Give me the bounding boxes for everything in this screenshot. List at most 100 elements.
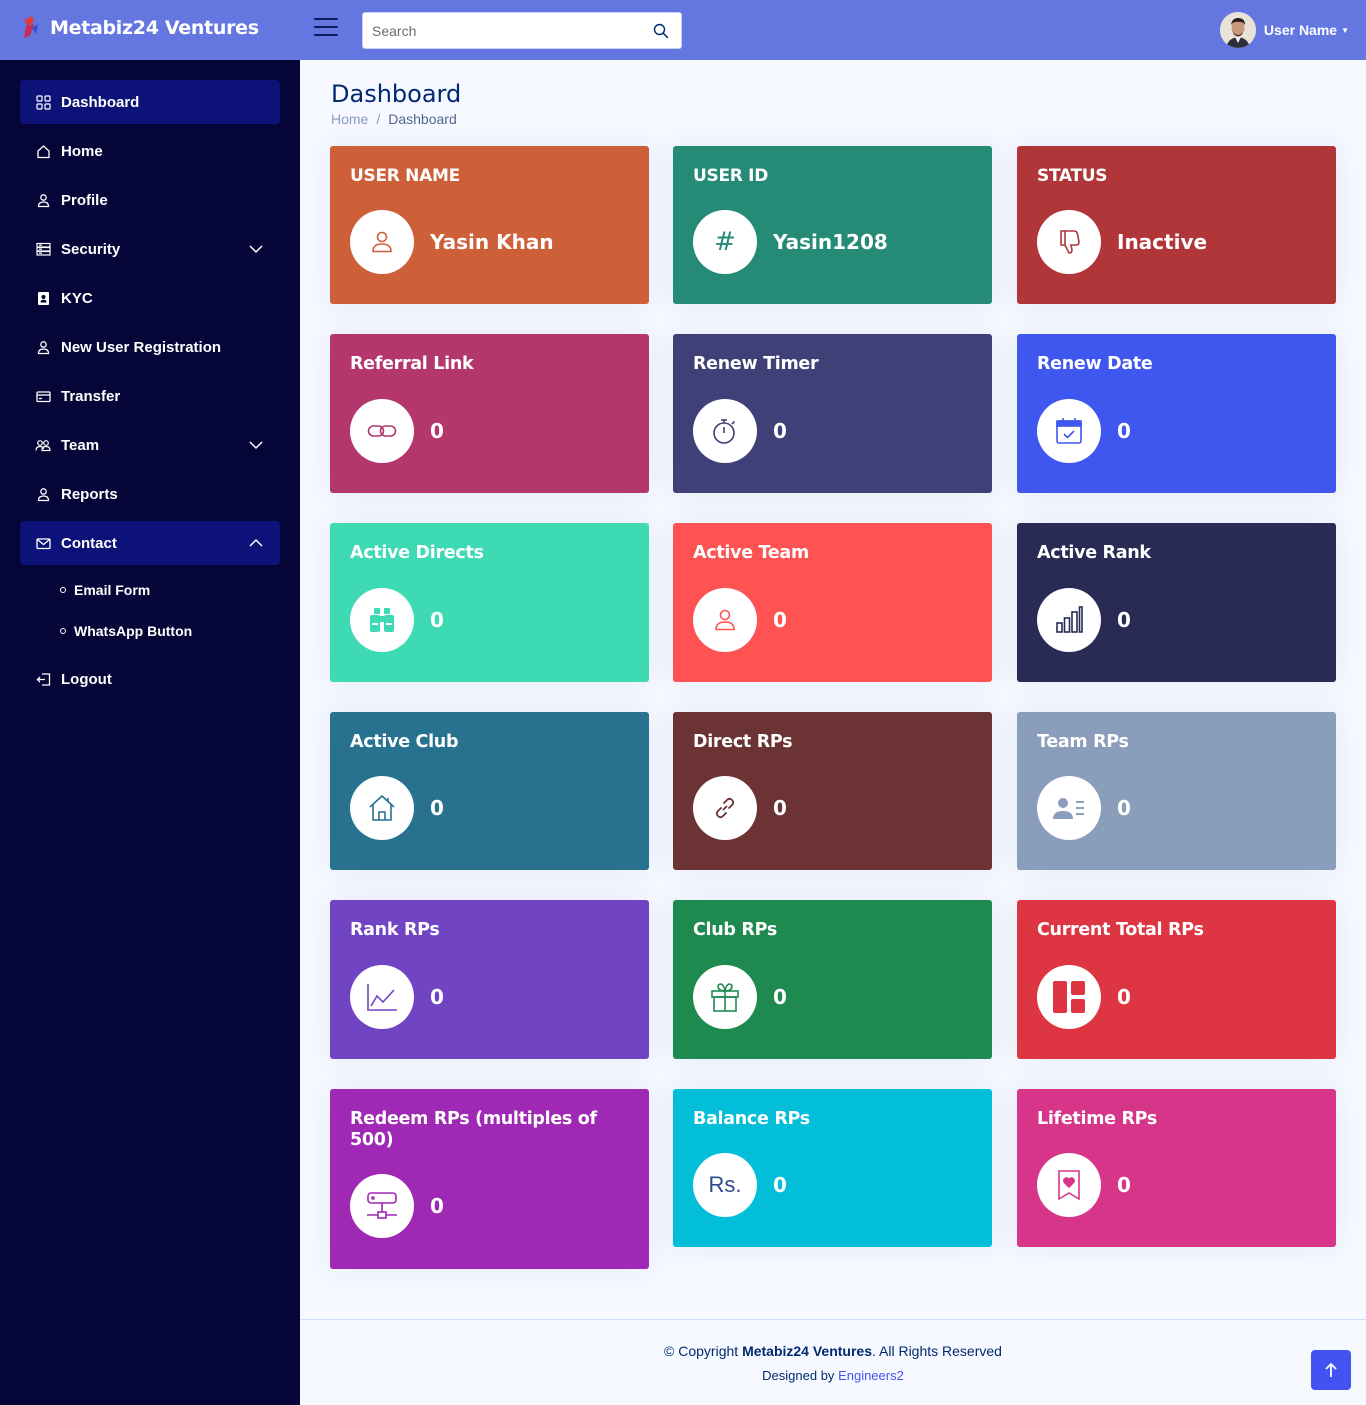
search-icon (653, 23, 669, 38)
sidebar-item-dashboard[interactable]: Dashboard (20, 80, 280, 124)
footer: © Copyright Metabiz24 Ventures. All Righ… (300, 1319, 1366, 1405)
card-value: 0 (773, 985, 787, 1009)
sidebar-item-transfer[interactable]: Transfer (20, 374, 280, 418)
person-icon (35, 192, 51, 208)
copyright: © Copyright Metabiz24 Ventures. All Righ… (300, 1343, 1366, 1359)
sidebar-item-label: KYC (61, 289, 93, 307)
card-team-rps: Team RPs 0 (1017, 712, 1336, 870)
person-lines-icon (1037, 776, 1101, 840)
breadcrumb-separator: / (376, 111, 381, 127)
server-icon (35, 241, 51, 257)
credit-card-icon (35, 388, 51, 404)
caret-down-icon: ▼ (1341, 25, 1349, 35)
sidebar-item-contact[interactable]: Contact (20, 521, 280, 565)
hash-icon: # (693, 210, 757, 274)
card-active-club: Active Club 0 (330, 712, 649, 870)
house-icon (35, 143, 51, 159)
sidebar-item-new-user-registration[interactable]: New User Registration (20, 325, 280, 369)
sidebar-item-label: Security (61, 240, 121, 258)
card-title: STATUS (1037, 166, 1108, 186)
sidebar-toggle-icon[interactable] (314, 18, 338, 40)
card-value: 0 (430, 796, 444, 820)
card-title: Renew Timer (693, 354, 819, 374)
search-button[interactable] (641, 13, 681, 48)
sidebar-item-security[interactable]: Security (20, 227, 280, 271)
sidebar-item-reports[interactable]: Reports (20, 472, 280, 516)
designed-by: Designed by Engineers2 (300, 1368, 1366, 1383)
bar-chart-icon (1037, 588, 1101, 652)
designer-link[interactable]: Engineers2 (838, 1368, 904, 1383)
chevron-down-icon (248, 437, 264, 453)
card-lifetime-rps: Lifetime RPs 0 (1017, 1089, 1336, 1247)
gift-icon (693, 965, 757, 1029)
person-icon (35, 339, 51, 355)
card-value: 0 (773, 608, 787, 632)
sidebar-item-logout[interactable]: Logout (20, 657, 280, 701)
card-status: STATUS Inactive (1017, 146, 1336, 304)
designed-by-label: Designed by (762, 1368, 835, 1383)
card-title: Active Rank (1037, 543, 1151, 563)
hdd-network-icon (350, 1174, 414, 1238)
card-value: 0 (430, 608, 444, 632)
house-icon (350, 776, 414, 840)
card-title: Direct RPs (693, 732, 793, 752)
card-value: 0 (773, 1173, 787, 1197)
sidebar-item-label: Team (61, 436, 100, 454)
brand-logo[interactable]: Metabiz24 Ventures (20, 14, 259, 42)
bookmark-heart-icon (1037, 1153, 1101, 1217)
sidebar-item-team[interactable]: Team (20, 423, 280, 467)
sidebar-item-kyc[interactable]: KYC (20, 276, 280, 320)
sidebar-item-label: Reports (61, 485, 118, 503)
card-value: 0 (1117, 608, 1131, 632)
grid-icon (35, 94, 51, 110)
top-header: Metabiz24 Ventures User Name ▼ (0, 0, 1366, 60)
sidebar-item-label: New User Registration (61, 338, 222, 356)
stopwatch-icon (693, 399, 757, 463)
company-name: Metabiz24 Ventures (742, 1343, 872, 1359)
sidebar-item-label: Transfer (61, 387, 121, 405)
back-to-top-button[interactable] (1311, 1350, 1351, 1390)
avatar (1219, 12, 1256, 48)
people-icon (35, 437, 51, 453)
card-title: Redeem RPs (multiples of 500) (350, 1109, 597, 1150)
sidebar-subitem-whatsapp-button[interactable]: WhatsApp Button (60, 616, 192, 646)
calendar-check-icon (1037, 399, 1101, 463)
breadcrumb-home-link[interactable]: Home (331, 111, 368, 127)
person-icon (35, 486, 51, 502)
logout-icon (35, 671, 51, 687)
card-user-id: USER ID # Yasin1208 (673, 146, 992, 304)
user-menu[interactable]: User Name ▼ (1219, 12, 1349, 48)
card-club-rps: Club RPs 0 (673, 900, 992, 1059)
card-title: USER ID (693, 166, 769, 186)
chevron-down-icon (248, 241, 264, 257)
link-icon (693, 776, 757, 840)
card-title: USER NAME (350, 166, 460, 186)
sidebar-item-home[interactable]: Home (20, 129, 280, 173)
sidebar-subitem-label: Email Form (74, 582, 151, 598)
thumbs-down-icon (1037, 210, 1101, 274)
card-title: Balance RPs (693, 1109, 810, 1129)
sidebar-subitem-email-form[interactable]: Email Form (60, 575, 150, 605)
card-title: Renew Date (1037, 354, 1153, 374)
card-redeem-rps: Redeem RPs (multiples of 500) 0 (330, 1089, 649, 1269)
search-input[interactable] (363, 13, 641, 48)
sidebar-item-label: Logout (61, 670, 112, 688)
sidebar-item-profile[interactable]: Profile (20, 178, 280, 222)
card-value: 0 (1117, 419, 1131, 443)
card-value: Yasin1208 (773, 230, 888, 254)
card-user-name: USER NAME Yasin Khan (330, 146, 649, 304)
sidebar-item-label: Home (61, 142, 103, 160)
card-direct-rps: Direct RPs 0 (673, 712, 992, 870)
card-current-total-rps: Current Total RPs 0 (1017, 900, 1336, 1059)
envelope-icon (35, 535, 51, 551)
sidebar-item-label: Contact (61, 534, 117, 552)
arrow-up-icon (1325, 1362, 1337, 1377)
graph-up-icon (350, 965, 414, 1029)
card-title: Active Club (350, 732, 459, 752)
card-active-directs: Active Directs 0 (330, 523, 649, 682)
layout-icon (1037, 965, 1101, 1029)
circle-icon (60, 628, 66, 634)
id-badge-icon (35, 290, 51, 306)
card-title: Rank RPs (350, 920, 440, 940)
breadcrumb: Home / Dashboard (331, 111, 457, 127)
